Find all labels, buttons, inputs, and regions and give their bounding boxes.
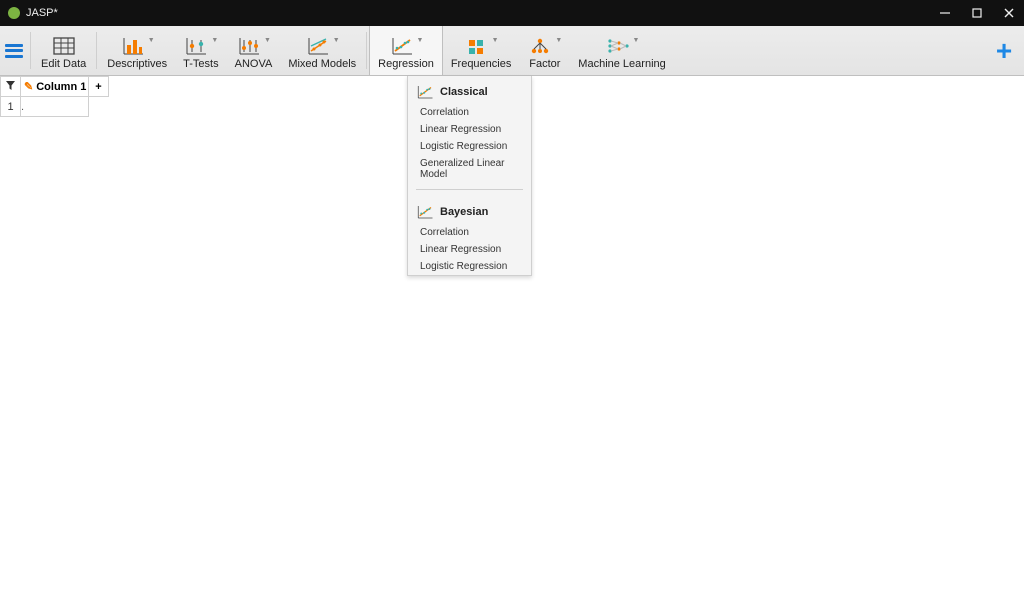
section-header-label: Classical — [440, 86, 488, 98]
dropdown-item-bayes-correlation[interactable]: Correlation — [408, 224, 531, 241]
regression-icon — [416, 204, 434, 220]
menu-toggle[interactable] — [0, 26, 28, 75]
column-header[interactable]: ✎Column 1 — [21, 77, 89, 97]
mixed-models-icon — [305, 35, 331, 57]
dropdown-item-glm[interactable]: Generalized Linear Model — [408, 155, 531, 183]
toolbar-label: Edit Data — [41, 58, 86, 70]
t-test-icon — [183, 35, 209, 57]
divider — [416, 189, 523, 190]
chevron-down-icon: ▼ — [633, 37, 640, 44]
dropdown-section-classical: Classical — [408, 76, 531, 104]
close-button[interactable] — [1002, 6, 1016, 20]
add-module-button[interactable]: + — [984, 26, 1024, 75]
column-name: Column 1 — [36, 81, 86, 93]
toolbar-mixed-models[interactable]: ▼ Mixed Models — [280, 26, 364, 75]
chevron-down-icon: ▼ — [211, 37, 218, 44]
table-icon — [51, 35, 77, 57]
toolbar-factor[interactable]: ▼ Factor — [519, 26, 570, 75]
factor-icon — [527, 35, 553, 57]
regression-dropdown: Classical Correlation Linear Regression … — [407, 76, 532, 276]
titlebar: JASP* — [0, 0, 1024, 26]
data-panel: ✎Column 1 + 1 . — [0, 76, 109, 117]
toolbar-edit-data[interactable]: Edit Data — [33, 26, 94, 75]
dropdown-item-bayes-linreg[interactable]: Linear Regression — [408, 241, 531, 258]
toolbar-t-tests[interactable]: ▼ T-Tests — [175, 26, 226, 75]
chevron-down-icon: ▼ — [333, 37, 340, 44]
ml-icon — [605, 35, 631, 57]
toolbar-regression[interactable]: ▼ Regression — [369, 26, 443, 75]
minimize-button[interactable] — [938, 6, 952, 20]
toolbar-descriptives[interactable]: ▼ Descriptives — [99, 26, 175, 75]
toolbar-label: Descriptives — [107, 58, 167, 70]
toolbar-machine-learning[interactable]: ▼ Machine Learning — [570, 26, 673, 75]
anova-icon — [236, 35, 262, 57]
toolbar-label: Frequencies — [451, 58, 512, 70]
toolbar-label: T-Tests — [183, 58, 218, 70]
funnel-icon — [5, 80, 16, 91]
toolbar-anova[interactable]: ▼ ANOVA — [227, 26, 281, 75]
data-cell[interactable]: . — [21, 97, 89, 117]
frequencies-icon — [464, 35, 490, 57]
toolbar-label: Factor — [529, 58, 560, 70]
regression-icon — [389, 35, 415, 57]
regression-icon — [416, 84, 434, 100]
dropdown-section-bayesian: Bayesian — [408, 196, 531, 224]
window-title: JASP* — [26, 7, 938, 19]
app-icon — [8, 7, 20, 19]
dropdown-item-linear-regression[interactable]: Linear Regression — [408, 121, 531, 138]
row-number: 1 — [1, 97, 21, 117]
bar-chart-icon — [120, 35, 146, 57]
section-header-label: Bayesian — [440, 206, 488, 218]
toolbar-label: Mixed Models — [288, 58, 356, 70]
pencil-icon: ✎ — [24, 80, 33, 93]
data-sheet: ✎Column 1 + 1 . — [0, 76, 109, 117]
chevron-down-icon: ▼ — [148, 37, 155, 44]
add-column-button[interactable]: + — [89, 77, 109, 97]
dropdown-item-correlation[interactable]: Correlation — [408, 104, 531, 121]
hamburger-icon — [5, 44, 23, 58]
maximize-button[interactable] — [970, 6, 984, 20]
toolbar-label: ANOVA — [235, 58, 273, 70]
main-toolbar: Edit Data ▼ Descriptives ▼ T-Tests ▼ ANO… — [0, 26, 1024, 76]
chevron-down-icon: ▼ — [264, 37, 271, 44]
toolbar-frequencies[interactable]: ▼ Frequencies — [443, 26, 520, 75]
filter-button[interactable] — [1, 77, 21, 97]
toolbar-label: Machine Learning — [578, 58, 665, 70]
toolbar-label: Regression — [378, 58, 434, 70]
dropdown-item-logistic-regression[interactable]: Logistic Regression — [408, 138, 531, 155]
chevron-down-icon: ▼ — [417, 37, 424, 44]
dropdown-item-bayes-logreg[interactable]: Logistic Regression — [408, 258, 531, 275]
chevron-down-icon: ▼ — [492, 37, 499, 44]
chevron-down-icon: ▼ — [555, 37, 562, 44]
table-row: 1 . — [1, 97, 109, 117]
